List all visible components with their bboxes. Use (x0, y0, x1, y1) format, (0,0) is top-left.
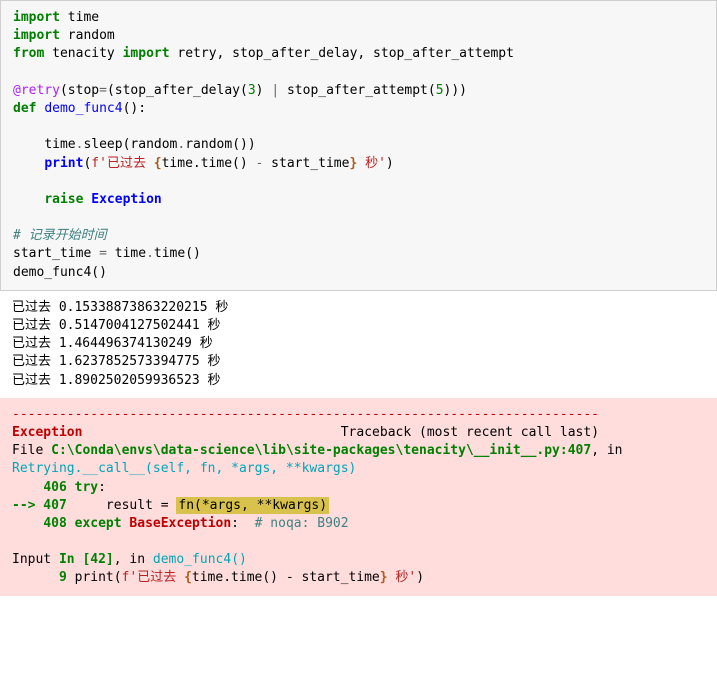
code-input-cell: import time import random from tenacity … (0, 0, 717, 291)
error-arrow: --> 407 (12, 498, 67, 513)
module-name: random (68, 28, 115, 43)
keyword-import: import (123, 46, 170, 61)
code-content: import time import random from tenacity … (13, 9, 704, 282)
comment: # 记录开始时间 (13, 228, 107, 243)
import-names: retry, stop_after_delay, stop_after_atte… (177, 46, 514, 61)
input-cell-ref: In [42] (59, 552, 114, 567)
output-line: 已过去 0.5147004127502441 秒 (12, 318, 221, 333)
output-line: 已过去 1.8902502059936523 秒 (12, 373, 221, 388)
traceback-content: ----------------------------------------… (12, 406, 705, 588)
highlighted-code: fn(*args, **kwargs) (176, 497, 329, 514)
stdout-output: 已过去 0.15338873863220215 秒 已过去 0.51470041… (0, 291, 717, 398)
error-traceback: ----------------------------------------… (0, 398, 717, 596)
function-signature: Retrying.__call__(self, fn, *args, **kwa… (12, 461, 356, 476)
keyword-from: from (13, 46, 44, 61)
module-name: time (68, 10, 99, 25)
output-content: 已过去 0.15338873863220215 秒 已过去 0.51470041… (12, 299, 705, 390)
output-line: 已过去 1.464496374130249 秒 (12, 336, 213, 351)
output-line: 已过去 1.6237852573394775 秒 (12, 354, 221, 369)
exception-class: Exception (91, 192, 161, 207)
traceback-separator: ----------------------------------------… (12, 407, 599, 422)
module-name: tenacity (52, 46, 115, 61)
file-path: C:\Conda\envs\data-science\lib\site-pack… (51, 443, 591, 458)
decorator: @retry (13, 83, 60, 98)
output-line: 已过去 0.15338873863220215 秒 (12, 300, 228, 315)
function-call: demo_func4() (13, 265, 107, 280)
keyword-import: import (13, 28, 60, 43)
keyword-import: import (13, 10, 60, 25)
traceback-label: Traceback (most recent call last) (341, 425, 599, 440)
function-name: demo_func4 (44, 101, 122, 116)
keyword-raise: raise (44, 192, 83, 207)
keyword-def: def (13, 101, 36, 116)
exception-name: Exception (12, 425, 82, 440)
